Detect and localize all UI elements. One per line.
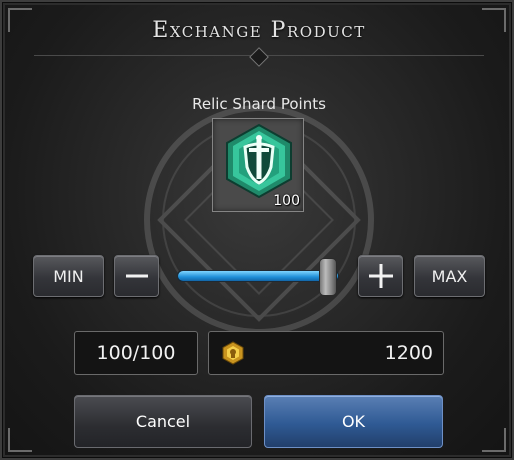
cost-display: 1200 — [208, 331, 444, 375]
cancel-button[interactable]: Cancel — [74, 395, 252, 448]
plus-icon — [368, 264, 393, 288]
quantity-slider-fill — [178, 271, 338, 281]
product-name: Relic Shard Points — [192, 95, 326, 113]
item-quantity: 100 — [273, 193, 300, 209]
ok-button[interactable]: OK — [264, 395, 443, 448]
dialog-title: Exchange Product — [152, 18, 366, 43]
title-ornament — [249, 47, 269, 67]
minus-icon — [125, 274, 148, 278]
shield-sword-emblem-icon — [226, 123, 292, 199]
decrement-button[interactable] — [114, 255, 159, 297]
quantity-slider-track[interactable] — [177, 270, 339, 282]
corner-ornament — [482, 428, 506, 452]
quantity-count: 100/100 — [74, 331, 198, 375]
min-button[interactable]: MIN — [33, 255, 104, 297]
corner-ornament — [8, 428, 32, 452]
increment-button[interactable] — [358, 255, 403, 297]
product-item-slot[interactable]: 100 — [212, 118, 304, 212]
quantity-slider-handle[interactable] — [319, 258, 337, 296]
cost-value: 1200 — [384, 342, 433, 364]
exchange-product-dialog: Exchange Product Relic Shard Points 100 … — [0, 0, 514, 460]
max-button[interactable]: MAX — [414, 255, 485, 297]
gold-token-icon — [222, 341, 244, 365]
